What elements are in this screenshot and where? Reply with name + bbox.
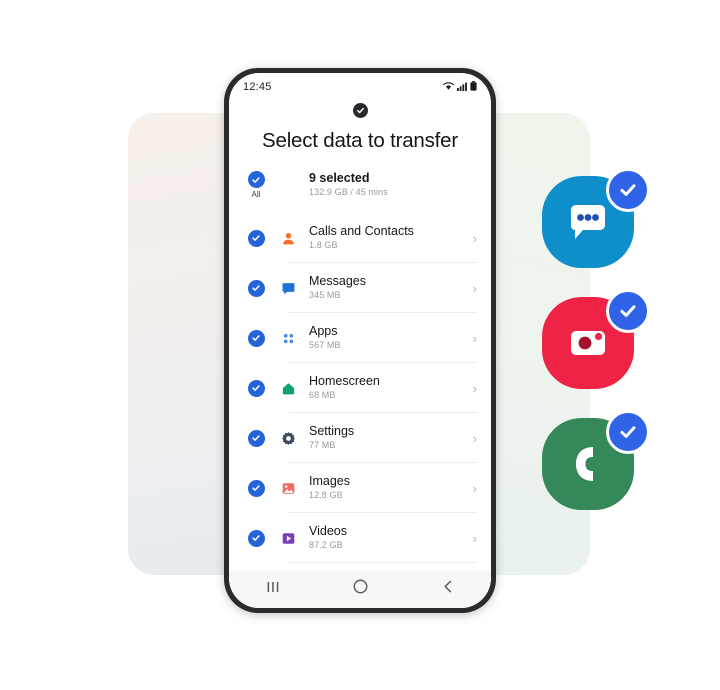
videos-icon (273, 531, 303, 546)
check-badge (606, 289, 650, 333)
item-title: Apps (309, 324, 338, 338)
chevron-right-icon[interactable]: › (467, 532, 477, 545)
messages-icon (273, 281, 303, 296)
check-circle-icon (352, 102, 368, 118)
summary-text: 9 selected 132.9 GB / 45 mins (303, 171, 477, 199)
status-bar-time: 12:45 (243, 81, 272, 93)
speech-bubble-icon (571, 205, 605, 239)
item-checkbox[interactable] (241, 279, 271, 297)
list-item[interactable]: Images 12.8 GB › (229, 463, 491, 513)
transfer-data-list: All 9 selected 132.9 GB / 45 mins Calls … (229, 169, 491, 570)
check-icon (247, 529, 265, 547)
item-checkbox[interactable] (241, 379, 271, 397)
item-size: 567 MB (309, 340, 341, 350)
item-text: Videos 87.2 GB (303, 524, 467, 552)
list-item[interactable]: Videos 87.2 GB › (229, 513, 491, 563)
item-text: Images 12.8 GB (303, 474, 467, 502)
item-text: Apps 567 MB (303, 324, 467, 352)
check-badge (606, 410, 650, 454)
signal-icon (457, 78, 467, 96)
item-size: 12.8 GB (309, 490, 343, 500)
home-circle-icon[interactable] (352, 578, 369, 600)
item-title: Homescreen (309, 374, 380, 388)
item-text: Messages 345 MB (303, 274, 467, 302)
back-chevron-icon[interactable] (441, 579, 455, 599)
item-checkbox[interactable] (241, 479, 271, 497)
selected-count: 9 selected (309, 171, 370, 185)
item-title: Messages (309, 274, 366, 288)
item-checkbox[interactable] (241, 529, 271, 547)
chevron-right-icon[interactable]: › (467, 382, 477, 395)
check-icon (247, 429, 265, 447)
item-text: Homescreen 68 MB (303, 374, 467, 402)
select-all-checkbox[interactable]: All (241, 171, 271, 199)
handset-icon (576, 447, 593, 481)
settings-gear-icon (273, 431, 303, 446)
list-item[interactable]: Apps 567 MB › (229, 313, 491, 363)
status-bar-icons (443, 78, 477, 96)
check-icon (247, 329, 265, 347)
item-checkbox[interactable] (241, 229, 271, 247)
check-badge (606, 168, 650, 212)
camera-icon (571, 331, 605, 355)
item-text: Settings 77 MB (303, 424, 467, 452)
apps-grid-icon (273, 331, 303, 346)
select-all-label: All (251, 190, 261, 199)
check-icon (247, 229, 265, 247)
contacts-icon (273, 231, 303, 246)
battery-icon (470, 78, 477, 96)
list-item[interactable]: Calls and Contacts 1.8 GB › (229, 213, 491, 263)
item-checkbox[interactable] (241, 429, 271, 447)
selected-size: 132.9 GB / 45 mins (309, 187, 388, 197)
item-size: 87.2 GB (309, 540, 343, 550)
chevron-right-icon[interactable]: › (467, 432, 477, 445)
homescreen-icon (273, 381, 303, 396)
list-item[interactable]: Messages 345 MB › (229, 263, 491, 313)
images-icon (273, 481, 303, 496)
wifi-icon (443, 78, 454, 96)
item-size: 68 MB (309, 390, 336, 400)
item-text: Calls and Contacts 1.8 GB (303, 224, 467, 252)
page-title: Select data to transfer (262, 129, 458, 152)
check-icon (247, 171, 265, 188)
camera-punch-hole (229, 97, 491, 123)
chevron-right-icon[interactable]: › (467, 232, 477, 245)
check-icon (247, 279, 265, 297)
item-size: 1.8 GB (309, 240, 338, 250)
check-icon (247, 379, 265, 397)
chevron-right-icon[interactable]: › (467, 482, 477, 495)
status-bar: 12:45 (229, 73, 491, 97)
item-title: Settings (309, 424, 355, 438)
select-all-row[interactable]: All 9 selected 132.9 GB / 45 mins (229, 169, 491, 213)
item-title: Images (309, 474, 350, 488)
item-size: 345 MB (309, 290, 341, 300)
android-navigation-bar (229, 570, 491, 608)
recents-icon[interactable] (265, 580, 281, 599)
chevron-right-icon[interactable]: › (467, 282, 477, 295)
chevron-right-icon[interactable]: › (467, 332, 477, 345)
list-item[interactable]: Settings 77 MB › (229, 413, 491, 463)
item-checkbox[interactable] (241, 329, 271, 347)
check-icon (247, 479, 265, 497)
item-size: 77 MB (309, 440, 336, 450)
list-item[interactable]: Homescreen 68 MB › (229, 363, 491, 413)
row-divider (289, 562, 477, 563)
phone-device-frame: 12:45 Select data to transfer All 9 sele… (224, 68, 496, 613)
item-title: Calls and Contacts (309, 224, 414, 238)
phone-screen: 12:45 Select data to transfer All 9 sele… (229, 73, 491, 608)
item-title: Videos (309, 524, 347, 538)
